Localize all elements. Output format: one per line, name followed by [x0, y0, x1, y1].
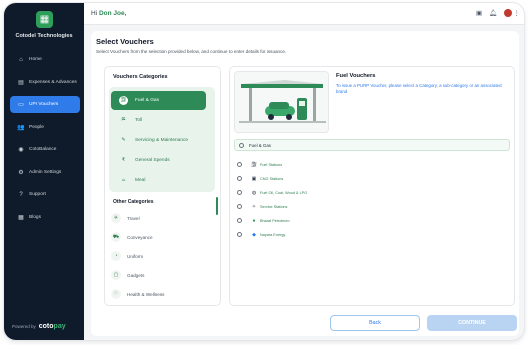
greeting: Hi Don Joe,	[91, 10, 127, 17]
sidebar-item-label: Home	[29, 57, 42, 62]
sidebar-item-cotobalance[interactable]: ◉ CotoBalance	[10, 141, 80, 158]
pump-icon: ⛽︎	[251, 161, 258, 168]
radio-icon	[237, 176, 242, 181]
category-meal[interactable]: ☕︎ Meal	[111, 171, 206, 190]
voucher-category-list: ⛽︎ Fuel & Gas ⛿ Toll ✎ Servicing & Maint…	[109, 87, 215, 192]
category-travel[interactable]: ✈︎ Travel	[111, 211, 140, 225]
bharat-petroleum-icon: ●	[252, 217, 256, 224]
radio-icon	[239, 142, 244, 148]
powered-by-label: Powered by	[12, 324, 36, 329]
radio-icon	[237, 218, 242, 223]
radio-icon	[237, 162, 242, 167]
radio-icon	[237, 190, 242, 195]
wrench-icon: ✎	[121, 137, 126, 143]
category-servicing[interactable]: ✎ Servicing & Maintenance	[111, 131, 206, 150]
subcategory-service-stations[interactable]: ✧ Service Stations	[237, 202, 287, 211]
support-icon: ?	[19, 191, 23, 198]
voucher-icon: ▭	[18, 102, 24, 108]
other-categories-heading: Other Categories	[113, 199, 154, 205]
category-fuel-gas[interactable]: ⛽︎ Fuel & Gas	[111, 91, 206, 110]
gadget-icon: ▢	[111, 270, 121, 280]
category-toll[interactable]: ⛿ Toll	[111, 111, 206, 130]
subcategory-bharat-petroleum[interactable]: ● Bharat Petroleum	[237, 216, 290, 225]
sidebar-item-people[interactable]: 👥 People	[10, 119, 80, 136]
selected-category-radio[interactable]: Fuel & Gas	[234, 139, 510, 151]
user-name: Don Joe,	[98, 10, 127, 17]
fuel-station-illustration	[234, 71, 329, 133]
main-content: Select Vouchers Select Vouchers from the…	[91, 31, 519, 336]
sidebar-item-label: Blogs	[29, 214, 41, 220]
sidebar-item-label: Expenses & Advances	[29, 79, 77, 85]
top-header: Hi Don Joe, ▣ 🔔︎ ⋮	[84, 3, 524, 25]
categories-panel: Vouchers Categories ⛽︎ Fuel & Gas ⛿ Toll…	[104, 66, 221, 306]
travel-icon: ✈︎	[111, 213, 121, 223]
radio-icon	[237, 232, 242, 237]
building-icon: ▦	[36, 11, 53, 28]
fuel-icon: ⛽︎	[119, 96, 128, 105]
sidebar-nav: ⌂ Home ▤ Expenses & Advances ▭ UPI Vouch…	[10, 51, 80, 231]
sidebar-item-label: CotoBalance	[29, 147, 57, 152]
calendar-icon[interactable]: ▣	[476, 9, 482, 17]
more-icon[interactable]: ⋮	[514, 9, 521, 17]
cng-icon: ▣	[251, 175, 257, 182]
flame-icon: ◍	[251, 189, 257, 196]
subcategory-cng-stations[interactable]: ▣ CNG Stations	[237, 174, 283, 183]
radio-icon	[237, 204, 242, 209]
powered-by: Powered by cotopay	[12, 323, 66, 330]
heart-icon: ♡	[111, 289, 121, 299]
cotopay-logo: cotopay	[38, 323, 66, 330]
sidebar-item-blogs[interactable]: ▦ Blogs	[10, 209, 80, 226]
category-general-spends[interactable]: ₹ General Spends	[111, 151, 206, 170]
category-conveyance[interactable]: ⛟ Conveyance	[111, 230, 153, 244]
app-window: ▦ Cotodel Technologies ⌂ Home ▤ Expenses…	[4, 3, 524, 340]
blog-icon: ▦	[18, 214, 24, 221]
sidebar-item-upi-vouchers[interactable]: ▭ UPI Vouchers	[10, 96, 80, 113]
toll-icon: ⛿	[121, 117, 126, 123]
categories-heading: Vouchers Categories	[113, 74, 168, 80]
scrollbar[interactable]	[216, 197, 218, 215]
sidebar-item-support[interactable]: ? Support	[10, 186, 80, 203]
category-health[interactable]: ♡ Health & Wellness	[111, 287, 164, 301]
subcategory-fuel-stations[interactable]: ⛽︎ Fuel Stations	[237, 160, 282, 169]
service-icon: ✧	[251, 203, 257, 210]
people-icon: 👥	[17, 124, 25, 131]
sidebar-item-label: Admin Settings	[29, 169, 62, 175]
company-name: Cotodel Technologies	[15, 33, 73, 39]
avatar[interactable]	[504, 9, 512, 17]
sidebar-item-home[interactable]: ⌂ Home	[10, 51, 80, 68]
sidebar-item-label: People	[29, 124, 44, 130]
nayara-icon: ◆	[252, 231, 256, 238]
rupee-icon: ₹	[121, 157, 126, 163]
subcategory-nayara-energy[interactable]: ◆ Nayara Energy	[237, 230, 285, 239]
wallet-icon: ◉	[18, 147, 24, 153]
shirt-icon: ◔	[111, 251, 121, 261]
home-icon: ⌂	[19, 56, 23, 63]
sidebar: ▦ Cotodel Technologies ⌂ Home ▤ Expenses…	[4, 3, 84, 340]
category-uniform[interactable]: ◔ Uniform	[111, 249, 143, 263]
subcategory-fuel-oil[interactable]: ◍ Fuel Oil, Coal, Wood & LPG	[237, 188, 307, 197]
sidebar-item-label: Support	[29, 192, 46, 197]
car-icon: ⛟	[111, 232, 121, 242]
category-gadgets[interactable]: ▢ Gadgets	[111, 268, 144, 282]
bell-icon[interactable]: 🔔︎	[489, 9, 497, 17]
back-button[interactable]: Back	[330, 315, 420, 331]
voucher-detail-panel: Fuel Vouchers To issue a PURP Voucher, p…	[229, 66, 515, 306]
page-subtitle: Select Vouchers from the selection provi…	[96, 49, 287, 54]
page-title: Select Vouchers	[96, 37, 154, 46]
gear-icon: ⚙	[18, 169, 24, 176]
sidebar-item-label: UPI Vouchers	[29, 102, 59, 107]
fuel-vouchers-description: To issue a PURP Voucher, please select a…	[336, 83, 502, 94]
sidebar-item-admin-settings[interactable]: ⚙ Admin Settings	[10, 164, 80, 181]
sidebar-item-expenses[interactable]: ▤ Expenses & Advances	[10, 74, 80, 91]
meal-icon: ☕︎	[121, 177, 126, 183]
continue-button[interactable]: CONTINUE	[427, 315, 517, 331]
receipt-icon: ▤	[18, 79, 24, 86]
fuel-vouchers-title: Fuel Vouchers	[336, 73, 376, 79]
fuel-station-illustration-svg	[235, 72, 328, 132]
